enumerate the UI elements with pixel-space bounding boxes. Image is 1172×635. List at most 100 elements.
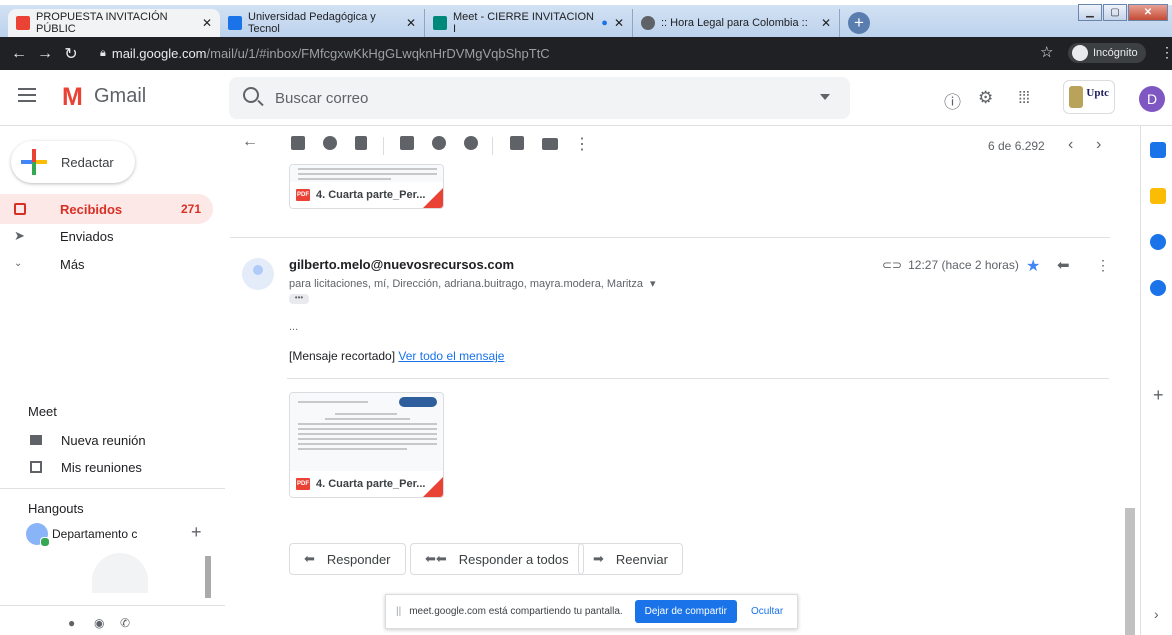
phone-icon[interactable]: ✆: [120, 616, 130, 630]
tab-hora-legal[interactable]: :: Hora Legal para Colombia :: ✕: [633, 9, 840, 37]
reply-all-label: Responder a todos: [458, 551, 569, 567]
sidebar-item-more[interactable]: ⌄ Más: [0, 249, 213, 279]
minimize-button[interactable]: ▁: [1078, 4, 1102, 21]
uptc-seal-icon: [1069, 86, 1083, 108]
account-avatar[interactable]: D: [1139, 86, 1165, 112]
archive-icon[interactable]: [291, 136, 305, 150]
recipients-text: para licitaciones, mí, Dirección, adrian…: [289, 278, 643, 290]
sender-email[interactable]: gilberto.melo@nuevosrecursos.com: [289, 257, 514, 272]
help-icon[interactable]: ⓘ: [944, 88, 961, 113]
close-icon[interactable]: ✕: [400, 16, 416, 30]
sidebar-item-inbox[interactable]: Recibidos 271: [0, 194, 213, 224]
meet-icon: [433, 16, 447, 30]
contacts-app-icon[interactable]: [1150, 280, 1166, 296]
more-options-icon[interactable]: ⋮: [574, 134, 590, 154]
hangouts-user[interactable]: Departamento c: [26, 523, 138, 547]
calendar-icon: [228, 16, 242, 30]
attachment-card-1[interactable]: PDF 4. Cuarta parte_Per...: [289, 164, 444, 209]
back-arrow-icon[interactable]: ←: [6, 45, 32, 63]
reply-button[interactable]: ⬅ Responder: [289, 543, 406, 575]
pager-text: 6 de 6.292: [988, 139, 1045, 153]
report-spam-icon[interactable]: [323, 136, 337, 150]
sidebar-item-sent[interactable]: ➤ Enviados: [0, 221, 213, 251]
incognito-badge[interactable]: Incógnito: [1068, 43, 1146, 63]
hangouts-scrollbar[interactable]: [205, 556, 211, 598]
apps-grid-icon[interactable]: ⁞⁞⁞: [1018, 88, 1030, 108]
search-input[interactable]: Buscar correo: [229, 77, 850, 119]
reply-icon[interactable]: ⬅: [1057, 256, 1070, 274]
view-all-link[interactable]: Ver todo el mensaje: [398, 349, 504, 363]
tab-title: Meet - CIERRE INVITACION I: [453, 11, 594, 35]
show-trimmed-content-button[interactable]: •••: [289, 294, 309, 304]
star-icon[interactable]: ★: [1026, 256, 1040, 276]
inbox-icon: [14, 203, 26, 215]
message-more-icon[interactable]: ⋮: [1096, 257, 1110, 274]
delete-trash-icon[interactable]: [355, 136, 367, 150]
compose-button[interactable]: Redactar: [11, 141, 135, 183]
browser-toolbar: ← → ↻ 🔒︎ mail.google.com /mail/u/1/#inbo…: [0, 37, 1172, 70]
hangouts-divider: [0, 488, 225, 489]
hangouts-add-icon[interactable]: +: [191, 522, 202, 543]
forward-arrow-icon[interactable]: →: [32, 45, 58, 63]
reply-all-button[interactable]: ⬅⬅ Responder a todos: [410, 543, 584, 575]
meet-new-meeting[interactable]: Nueva reunión: [30, 428, 146, 452]
stop-sharing-button[interactable]: Dejar de compartir: [634, 600, 737, 623]
hangouts-footer: ● ◉ ✆: [0, 605, 225, 635]
show-side-panel-chevron-icon[interactable]: ›: [1154, 606, 1159, 622]
recipients-dropdown-icon[interactable]: ▾: [650, 278, 656, 290]
drag-handle-icon[interactable]: ||: [396, 606, 401, 617]
newer-chevron-icon[interactable]: ‹: [1068, 136, 1073, 154]
message-divider: [230, 237, 1110, 238]
hangouts-user-name: Departamento c: [52, 527, 138, 541]
older-chevron-icon[interactable]: ›: [1096, 136, 1101, 154]
organization-logo[interactable]: Uptc: [1063, 80, 1115, 114]
tab-meet[interactable]: Meet - CIERRE INVITACION I ● ✕: [425, 9, 633, 37]
title-bar-edge: [0, 0, 1172, 5]
gmail-logo-icon[interactable]: M: [62, 85, 83, 110]
contacts-person-icon[interactable]: ●: [68, 616, 75, 630]
browser-tab-bar: PROPUESTA INVITACIÓN PÚBLIC ✕ Universida…: [0, 0, 1172, 37]
maximize-button[interactable]: ▢: [1103, 4, 1127, 21]
send-icon: ➤: [14, 228, 25, 243]
close-icon[interactable]: ✕: [815, 16, 831, 30]
attachment-preview: [290, 393, 443, 473]
back-to-inbox-icon[interactable]: ←: [242, 133, 258, 151]
tasks-app-icon[interactable]: [1150, 234, 1166, 250]
settings-gear-icon[interactable]: ⚙: [978, 88, 993, 108]
calendar-app-icon[interactable]: [1150, 142, 1166, 158]
message-ellipsis: ...: [289, 321, 299, 333]
forward-button[interactable]: ➡ Reenviar: [578, 543, 683, 575]
gmail-logo-text[interactable]: Gmail: [94, 85, 146, 108]
address-bar[interactable]: 🔒︎ mail.google.com /mail/u/1/#inbox/FMfc…: [100, 41, 1100, 66]
tab-calendar[interactable]: Universidad Pedagógica y Tecnol ✕: [220, 9, 425, 37]
add-to-tasks-icon[interactable]: [464, 136, 478, 150]
get-addons-plus-icon[interactable]: +: [1153, 385, 1164, 406]
sender-avatar[interactable]: [242, 258, 274, 290]
bookmark-star-icon[interactable]: ☆: [1040, 43, 1053, 61]
tab-gmail[interactable]: PROPUESTA INVITACIÓN PÚBLIC ✕: [8, 9, 220, 37]
close-icon[interactable]: ✕: [196, 16, 212, 30]
window-close-button[interactable]: ✕: [1128, 4, 1168, 21]
message-time-text: 12:27 (hace 2 horas): [908, 258, 1019, 272]
mark-unread-icon[interactable]: [400, 136, 414, 150]
snooze-clock-icon[interactable]: [432, 136, 446, 150]
search-options-icon[interactable]: [820, 94, 830, 105]
move-to-folder-icon[interactable]: [510, 136, 524, 150]
chat-bubble-icon[interactable]: ◉: [94, 616, 104, 630]
hide-banner-button[interactable]: Ocultar: [751, 606, 783, 617]
reload-icon[interactable]: ↻: [58, 44, 84, 64]
meet-my-meetings[interactable]: Mis reuniones: [30, 455, 142, 479]
recipients-line[interactable]: para licitaciones, mí, Dirección, adrian…: [289, 277, 656, 290]
main-scrollbar[interactable]: [1125, 508, 1135, 635]
attachment-card-2[interactable]: PDF 4. Cuarta parte_Per...: [289, 392, 444, 498]
compose-label: Redactar: [61, 154, 114, 170]
new-tab-button[interactable]: +: [848, 12, 870, 34]
keep-app-icon[interactable]: [1150, 188, 1166, 204]
search-placeholder: Buscar correo: [275, 89, 369, 107]
close-icon[interactable]: ✕: [608, 16, 624, 30]
main-menu-icon[interactable]: [18, 88, 36, 102]
incognito-icon: [1072, 45, 1088, 61]
search-icon[interactable]: [243, 87, 259, 103]
browser-menu-icon[interactable]: ⋮: [1160, 44, 1172, 61]
label-tag-icon[interactable]: [542, 138, 558, 150]
